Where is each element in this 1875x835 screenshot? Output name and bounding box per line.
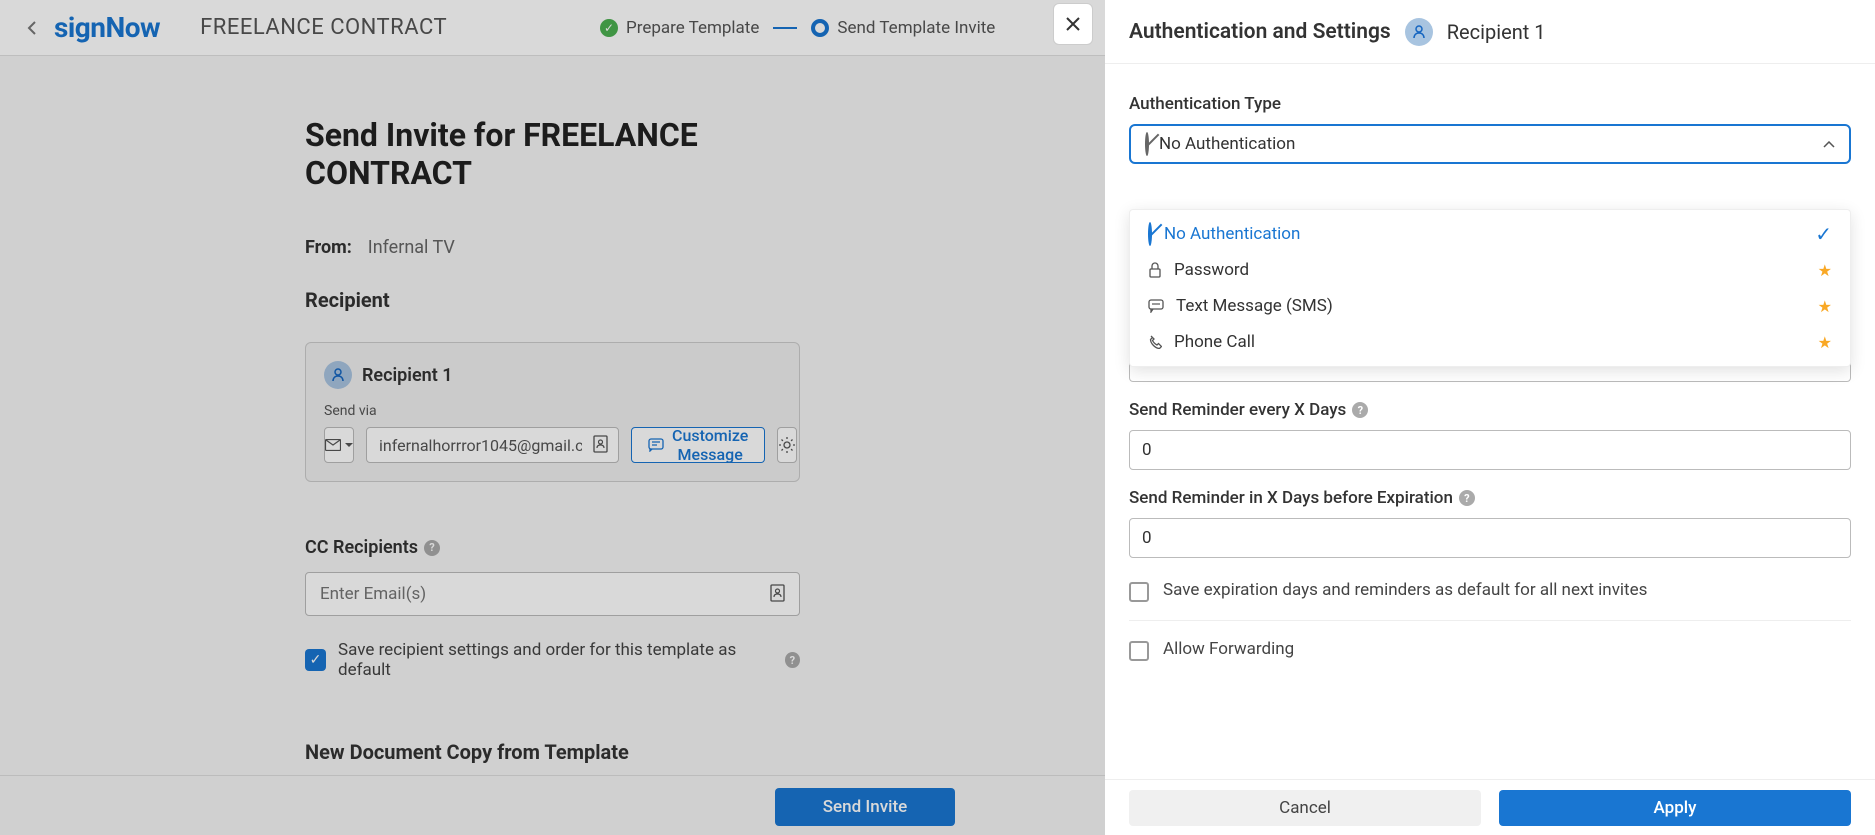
auth-type-dropdown: No Authentication ✓ Password ★ Text Mess… (1129, 209, 1851, 367)
panel-footer: Cancel Apply (1105, 779, 1875, 835)
lock-icon (1148, 262, 1162, 278)
reminder-every-label: Send Reminder every X Days ? (1129, 400, 1851, 420)
label-text: Send Reminder every X Days (1129, 400, 1346, 420)
reminder-every-input[interactable] (1129, 430, 1851, 470)
person-icon (1405, 18, 1433, 46)
star-icon: ★ (1818, 261, 1832, 280)
chevron-up-icon (1823, 134, 1835, 154)
save-defaults-label: Save expiration days and reminders as de… (1163, 580, 1647, 600)
auth-option-sms[interactable]: Text Message (SMS) ★ (1130, 288, 1850, 324)
no-auth-icon (1145, 134, 1149, 154)
auth-type-label: Authentication Type (1129, 94, 1851, 114)
close-icon (1065, 16, 1081, 32)
checkbox-unchecked-icon (1129, 641, 1149, 661)
panel-header: Authentication and Settings Recipient 1 (1105, 0, 1875, 64)
no-auth-icon (1148, 224, 1152, 244)
auth-selected-value: No Authentication (1159, 134, 1295, 154)
option-label: Text Message (SMS) (1176, 296, 1333, 316)
check-icon: ✓ (1815, 222, 1832, 246)
close-button[interactable] (1053, 3, 1093, 45)
auth-option-password[interactable]: Password ★ (1130, 252, 1850, 288)
modal-overlay (0, 0, 1105, 835)
star-icon: ★ (1818, 333, 1832, 352)
panel-recipient-name: Recipient 1 (1447, 20, 1546, 44)
option-label: Password (1174, 260, 1249, 280)
cancel-button[interactable]: Cancel (1129, 790, 1481, 826)
auth-option-no-auth[interactable]: No Authentication ✓ (1130, 216, 1850, 252)
sms-icon (1148, 299, 1164, 313)
auth-type-select[interactable]: No Authentication (1129, 124, 1851, 164)
apply-button[interactable]: Apply (1499, 790, 1851, 826)
allow-forwarding-checkbox-row[interactable]: Allow Forwarding (1129, 639, 1851, 661)
allow-forwarding-label: Allow Forwarding (1163, 639, 1294, 659)
option-label: No Authentication (1164, 224, 1300, 244)
label-text: Send Reminder in X Days before Expiratio… (1129, 488, 1453, 508)
help-icon[interactable]: ? (1352, 402, 1368, 418)
settings-panel: Authentication and Settings Recipient 1 … (1105, 0, 1875, 835)
option-label: Phone Call (1174, 332, 1255, 352)
auth-option-phone[interactable]: Phone Call ★ (1130, 324, 1850, 360)
reminder-before-label: Send Reminder in X Days before Expiratio… (1129, 488, 1851, 508)
phone-icon (1148, 335, 1162, 349)
divider (1129, 620, 1851, 621)
reminder-before-input[interactable] (1129, 518, 1851, 558)
panel-title: Authentication and Settings (1129, 20, 1391, 44)
help-icon[interactable]: ? (1459, 490, 1475, 506)
star-icon: ★ (1818, 297, 1832, 316)
checkbox-unchecked-icon (1129, 582, 1149, 602)
save-defaults-checkbox-row[interactable]: Save expiration days and reminders as de… (1129, 580, 1851, 602)
